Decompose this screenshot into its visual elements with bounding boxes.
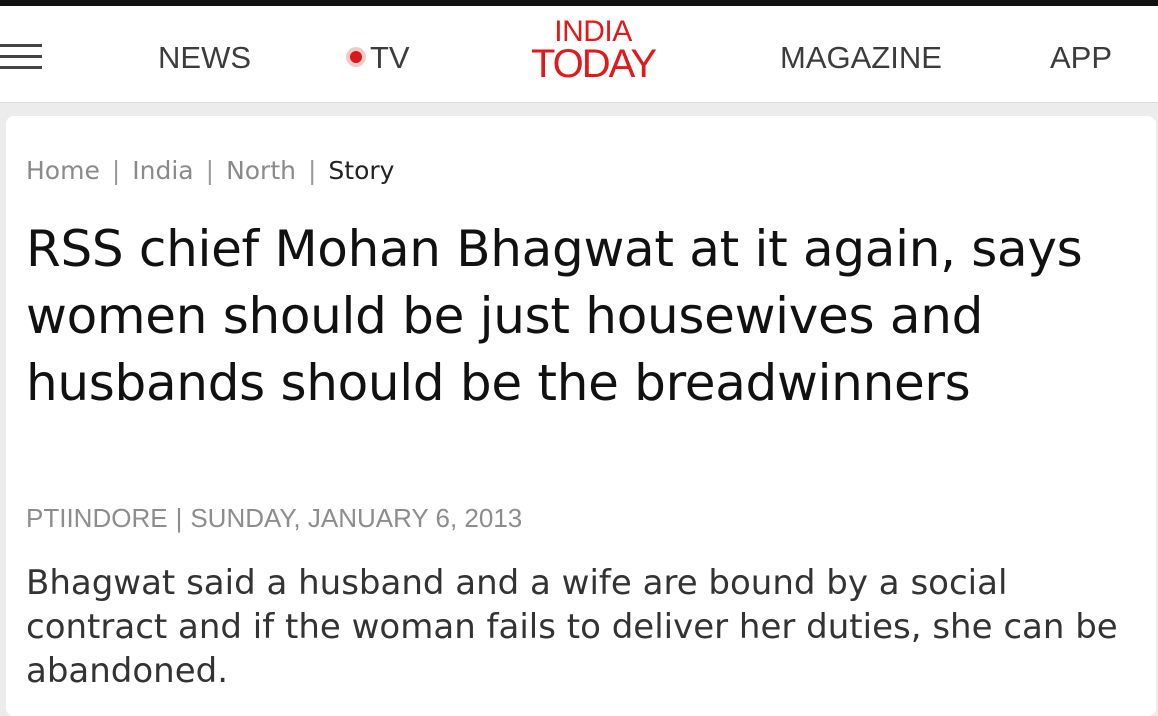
byline-separator: | — [175, 503, 183, 533]
byline-source: PTIINDORE — [26, 503, 168, 533]
breadcrumb-current: Story — [328, 156, 395, 185]
site-header: NEWS TV INDIA TODAY MAGAZINE APP — [0, 6, 1158, 103]
nav-app[interactable]: APP — [1050, 40, 1112, 76]
breadcrumb-home[interactable]: Home — [26, 156, 100, 185]
byline-date: SUNDAY, JANUARY 6, 2013 — [190, 503, 523, 533]
breadcrumb-india[interactable]: India — [132, 156, 193, 185]
india-today-logo[interactable]: INDIA TODAY — [518, 17, 668, 86]
nav-news[interactable]: NEWS — [158, 40, 251, 76]
breadcrumb-north[interactable]: North — [226, 156, 296, 185]
article-headline: RSS chief Mohan Bhagwat at it again, say… — [26, 220, 1083, 412]
breadcrumb-separator: | — [205, 156, 215, 185]
article-byline: PTIINDORE | SUNDAY, JANUARY 6, 2013 — [26, 503, 522, 534]
nav-tv-label: TV — [370, 40, 410, 75]
live-dot-icon — [350, 51, 362, 63]
breadcrumb-separator: | — [307, 156, 317, 185]
logo-line-2: TODAY — [530, 42, 657, 86]
breadcrumb: Home | India | North | Story — [26, 156, 394, 185]
article-card: Home | India | North | Story RSS chief Mohan B… — [6, 116, 1156, 716]
hamburger-menu-icon[interactable] — [0, 42, 42, 72]
breadcrumb-separator: | — [111, 156, 121, 185]
nav-tv[interactable]: TV — [350, 40, 410, 76]
article-summary: Bhagwat said a husband and a wife are bo… — [26, 563, 1118, 691]
nav-magazine[interactable]: MAGAZINE — [780, 40, 942, 76]
